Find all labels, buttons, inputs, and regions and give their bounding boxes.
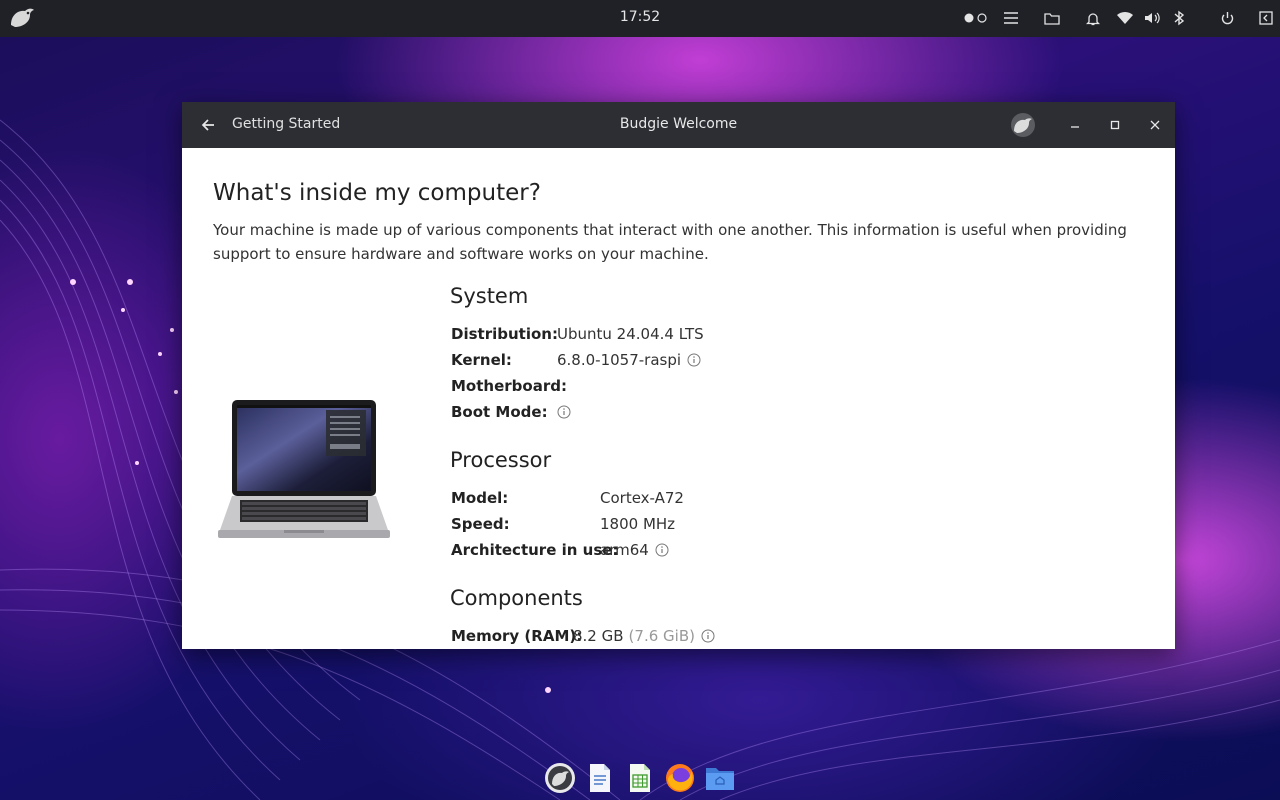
model-value: Cortex-A72 bbox=[600, 489, 684, 507]
kernel-label: Kernel: bbox=[451, 351, 512, 369]
motherboard-label: Motherboard: bbox=[451, 377, 567, 395]
sidebar-toggle-icon[interactable] bbox=[1256, 8, 1276, 28]
architecture-label: Architecture in use: bbox=[451, 541, 619, 559]
budgie-welcome-window: Getting Started Budgie Welcome What's in… bbox=[182, 102, 1175, 649]
titlebar: Getting Started Budgie Welcome bbox=[182, 102, 1175, 148]
menu-icon[interactable] bbox=[1001, 8, 1021, 28]
volume-icon[interactable] bbox=[1143, 8, 1163, 28]
laptop-illustration bbox=[218, 400, 390, 538]
info-icon[interactable] bbox=[687, 353, 701, 367]
kernel-value: 6.8.0-1057-raspi bbox=[557, 351, 682, 369]
components-memory-row: Memory (RAM): 8.2 GB (7.6 GiB) bbox=[451, 625, 715, 647]
section-title-components: Components bbox=[450, 586, 583, 610]
memory-value: 8.2 GB bbox=[573, 627, 624, 645]
section-title-processor: Processor bbox=[450, 448, 552, 472]
top-panel: 17:52 bbox=[0, 0, 1280, 37]
memory-alt-value: (7.6 GiB) bbox=[628, 627, 695, 645]
clock[interactable]: 17:52 bbox=[600, 9, 680, 25]
minimize-icon[interactable] bbox=[1065, 115, 1085, 135]
system-kernel-row: Kernel: 6.8.0-1057-raspi bbox=[451, 349, 701, 371]
maximize-icon[interactable] bbox=[1105, 115, 1125, 135]
folder-icon[interactable] bbox=[1042, 8, 1062, 28]
section-title-system: System bbox=[450, 284, 529, 308]
info-icon[interactable] bbox=[557, 405, 571, 419]
budgie-logo-icon[interactable] bbox=[8, 5, 36, 31]
budgie-logo-icon bbox=[1011, 113, 1035, 137]
system-bootmode-row: Boot Mode: bbox=[451, 401, 571, 423]
processor-architecture-row: Architecture in use: arm64 bbox=[451, 539, 669, 561]
memory-label: Memory (RAM): bbox=[451, 627, 583, 645]
distribution-label: Distribution: bbox=[451, 325, 558, 343]
speed-label: Speed: bbox=[451, 515, 510, 533]
notification-bell-icon[interactable] bbox=[1083, 8, 1103, 28]
page-description: Your machine is made up of various compo… bbox=[213, 221, 1127, 263]
processor-model-row: Model: Cortex-A72 bbox=[451, 487, 684, 509]
info-icon[interactable] bbox=[655, 543, 669, 557]
workspace-indicator-icon[interactable] bbox=[963, 8, 989, 28]
close-icon[interactable] bbox=[1145, 115, 1165, 135]
power-icon[interactable] bbox=[1217, 8, 1237, 28]
bootmode-label: Boot Mode: bbox=[451, 403, 548, 421]
text-editor-icon[interactable] bbox=[584, 762, 616, 794]
processor-speed-row: Speed: 1800 MHz bbox=[451, 513, 675, 535]
system-motherboard-row: Motherboard: ' bbox=[451, 375, 567, 397]
wifi-icon[interactable] bbox=[1115, 8, 1135, 28]
motherboard-value: ' bbox=[557, 377, 562, 395]
model-label: Model: bbox=[451, 489, 509, 507]
info-icon[interactable] bbox=[701, 629, 715, 643]
firefox-icon[interactable] bbox=[664, 762, 696, 794]
distribution-value: Ubuntu 24.04.4 LTS bbox=[557, 325, 704, 343]
files-icon[interactable] bbox=[704, 762, 736, 794]
speed-value: 1800 MHz bbox=[600, 515, 676, 533]
bluetooth-icon[interactable] bbox=[1169, 8, 1189, 28]
page-title: What's inside my computer? bbox=[213, 180, 541, 206]
spreadsheet-icon[interactable] bbox=[624, 762, 656, 794]
system-distribution-row: Distribution: Ubuntu 24.04.4 LTS bbox=[451, 323, 704, 345]
budgie-welcome-icon[interactable] bbox=[544, 762, 576, 794]
architecture-value: arm64 bbox=[600, 541, 649, 559]
page-content: What's inside my computer? Your machine … bbox=[182, 148, 1175, 649]
